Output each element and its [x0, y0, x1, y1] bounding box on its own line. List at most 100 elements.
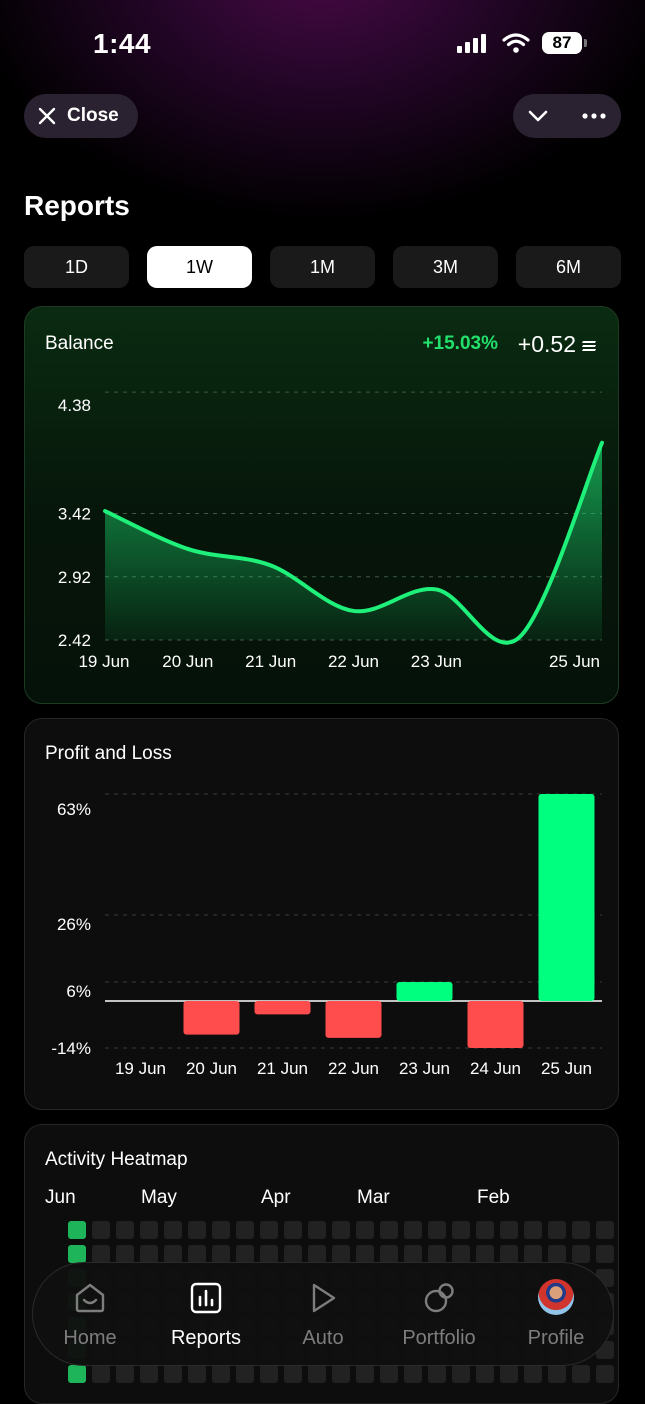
heatmap-cell [308, 1221, 326, 1239]
heatmap-cell [260, 1221, 278, 1239]
page-title: Reports [24, 190, 130, 221]
y-tick-label: 3.42 [58, 505, 91, 524]
nav-profile[interactable]: Profile [501, 1263, 611, 1367]
heatmap-cell [380, 1245, 398, 1263]
cellular-signal-icon [457, 34, 486, 53]
range-tab-1m[interactable]: 1M [270, 246, 375, 288]
x-tick-label: 23 Jun [399, 1059, 450, 1078]
more-options-icon[interactable] [581, 106, 607, 126]
x-tick-label: 19 Jun [78, 652, 129, 671]
close-icon [38, 107, 56, 125]
month-label: Mar [357, 1187, 390, 1208]
heatmap-cell [212, 1221, 230, 1239]
x-tick-label: 25 Jun [549, 652, 600, 671]
heatmap-cell [92, 1221, 110, 1239]
heatmap-cell [356, 1365, 374, 1383]
battery-indicator: 87 [542, 32, 588, 54]
heatmap-title: Activity Heatmap [45, 1149, 188, 1170]
heatmap-cell [596, 1365, 614, 1383]
y-tick-label: 2.42 [58, 631, 91, 650]
portfolio-icon [424, 1283, 454, 1313]
heatmap-cell [164, 1365, 182, 1383]
x-tick-label: 24 Jun [470, 1059, 521, 1078]
heatmap-cell [452, 1365, 470, 1383]
heatmap-cell [164, 1245, 182, 1263]
range-tab-1w[interactable]: 1W [147, 246, 252, 288]
month-label: Apr [261, 1187, 291, 1208]
heatmap-cell [308, 1245, 326, 1263]
range-tab-1d[interactable]: 1D [24, 246, 129, 288]
heatmap-cell [572, 1365, 590, 1383]
heatmap-cell [524, 1365, 542, 1383]
heatmap-cell [116, 1365, 134, 1383]
nav-auto-label: Auto [302, 1327, 344, 1349]
x-tick-label: 22 Jun [328, 652, 379, 671]
heatmap-cell [140, 1221, 158, 1239]
heatmap-cell [548, 1365, 566, 1383]
range-tab-6m[interactable]: 6M [516, 246, 621, 288]
pnl-bar [467, 1001, 524, 1048]
nav-home[interactable]: Home [35, 1263, 145, 1367]
y-tick-label: 2.92 [58, 568, 91, 587]
heatmap-cell [140, 1245, 158, 1263]
heatmap-cell [188, 1221, 206, 1239]
heatmap-cell [356, 1221, 374, 1239]
balance-card: Balance +15.03% +0.52 4.38 3.42 2.92 2.42 19… [24, 306, 619, 704]
wifi-icon [502, 33, 530, 53]
nav-home-label: Home [63, 1327, 117, 1349]
heatmap-cell [380, 1221, 398, 1239]
balance-chart: 4.38 3.42 2.92 2.42 19 Jun 20 Jun 21 Jun 22 Jun… [58, 391, 604, 671]
heatmap-cell [572, 1221, 590, 1239]
y-tick-label: 26% [57, 915, 91, 934]
heatmap-cell [284, 1221, 302, 1239]
pnl-bar [538, 794, 595, 1001]
pnl-chart: 63% 26% 6% -14% 19 Jun 20 Jun 21 Jun 22 Jun 23 J… [51, 793, 602, 1078]
heatmap-cell [284, 1245, 302, 1263]
close-button[interactable]: Close [24, 94, 138, 138]
heatmap-cell [236, 1365, 254, 1383]
heatmap-cell [260, 1245, 278, 1263]
heatmap-cell [212, 1245, 230, 1263]
heatmap-cell [452, 1221, 470, 1239]
heatmap-cell [524, 1245, 542, 1263]
nav-portfolio[interactable]: Portfolio [384, 1263, 494, 1367]
heatmap-cell [500, 1245, 518, 1263]
heatmap-cell [212, 1365, 230, 1383]
battery-level: 87 [542, 32, 582, 54]
pnl-bar [183, 1001, 240, 1035]
heatmap-cell [92, 1245, 110, 1263]
heatmap-cell [164, 1221, 182, 1239]
x-tick-label: 25 Jun [541, 1059, 592, 1078]
heatmap-cell [260, 1365, 278, 1383]
heatmap-cell [92, 1365, 110, 1383]
x-tick-label: 23 Jun [411, 652, 462, 671]
heatmap-cell [476, 1245, 494, 1263]
x-tick-label: 21 Jun [257, 1059, 308, 1078]
month-label: Feb [477, 1187, 510, 1208]
heatmap-cell [380, 1365, 398, 1383]
y-tick-label: 6% [66, 982, 91, 1001]
nav-reports[interactable]: Reports [151, 1263, 261, 1367]
heatmap-cell [332, 1245, 350, 1263]
pnl-bar [396, 982, 453, 1001]
pnl-bar [254, 1001, 311, 1015]
heatmap-cell [404, 1365, 422, 1383]
heatmap-cell [596, 1221, 614, 1239]
range-tab-3m[interactable]: 3M [393, 246, 498, 288]
chart-icon [190, 1282, 222, 1314]
heatmap-cell [284, 1365, 302, 1383]
y-tick-label: -14% [51, 1039, 91, 1058]
heatmap-cell [68, 1245, 86, 1263]
heatmap-cell [404, 1221, 422, 1239]
nav-auto[interactable]: Auto [268, 1263, 378, 1367]
heatmap-cell [476, 1221, 494, 1239]
chevron-down-icon[interactable] [527, 105, 549, 127]
heatmap-cell [500, 1221, 518, 1239]
heatmap-cell [500, 1365, 518, 1383]
heatmap-cell [68, 1365, 86, 1383]
heatmap-cell [116, 1245, 134, 1263]
home-icon [75, 1283, 105, 1313]
x-tick-label: 19 Jun [115, 1059, 166, 1078]
heatmap-cell [428, 1245, 446, 1263]
pnl-bar [325, 1001, 382, 1038]
